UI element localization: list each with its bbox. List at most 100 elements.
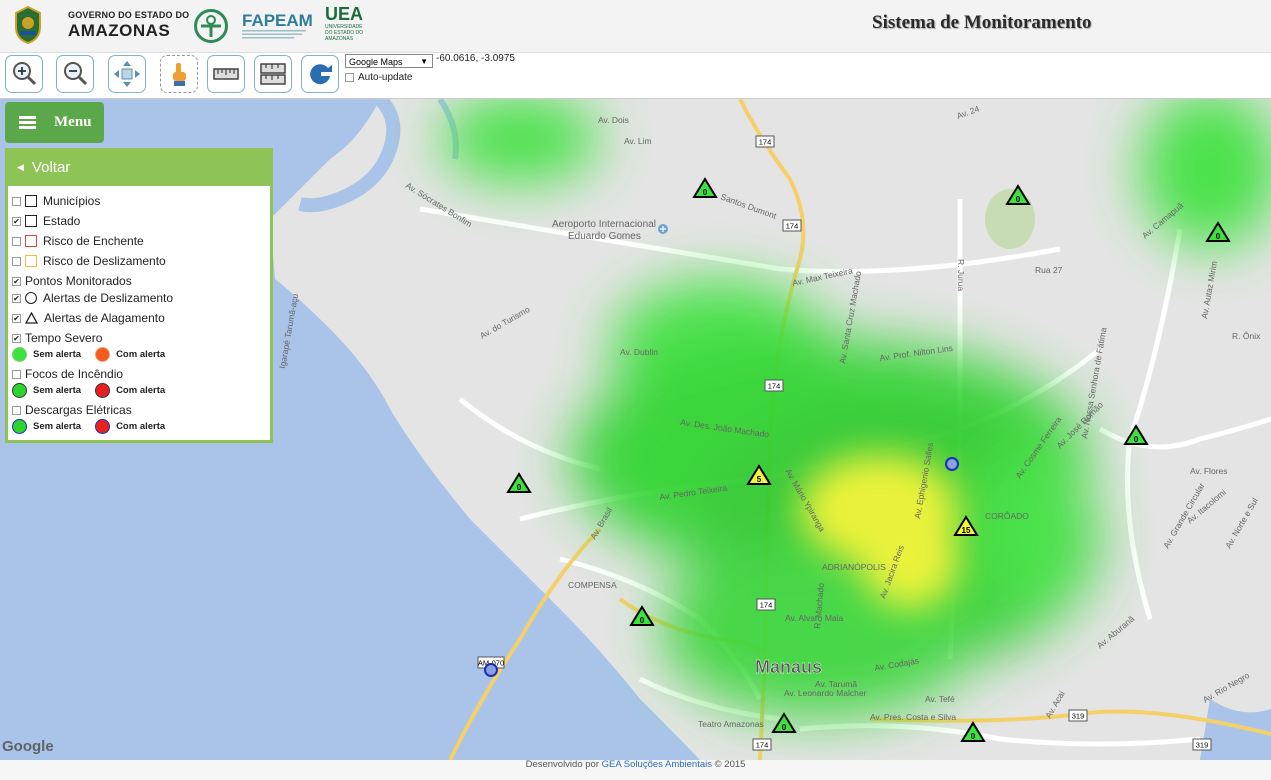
layer-checkbox[interactable]: ✔ <box>12 276 21 286</box>
zoom-out-icon <box>64 62 88 86</box>
layer-checkbox[interactable] <box>12 405 21 415</box>
orange-dot-icon <box>95 347 111 362</box>
full-extent-button[interactable] <box>108 55 146 93</box>
layer-checkbox[interactable]: ✔ <box>12 216 21 226</box>
move-arrows-icon <box>114 61 140 87</box>
highway-shield: 174 <box>752 738 772 751</box>
legend-tempo-severo: Sem alerta Com alerta <box>12 347 179 362</box>
layer-item-alertas-alagamento[interactable]: ✔ Alertas de Alagamento <box>12 311 165 325</box>
svg-text:0: 0 <box>640 616 645 625</box>
highway-shield: 174 <box>782 219 802 232</box>
map-type-value: Google Maps <box>349 57 403 67</box>
square-outline-icon <box>25 215 37 227</box>
layer-checkbox[interactable] <box>12 196 21 206</box>
street-label: Av. Tarumã <box>815 679 857 689</box>
street-label: Av. Lim <box>624 136 652 146</box>
area-ruler-icon <box>260 63 286 85</box>
layer-label: Alertas de Deslizamento <box>43 291 174 305</box>
street-label: R. Ônix <box>1232 331 1261 341</box>
svg-text:15: 15 <box>962 526 971 535</box>
layer-checkbox[interactable] <box>12 256 21 266</box>
svg-text:174: 174 <box>756 741 769 750</box>
street-label: COMPENSA <box>568 580 617 590</box>
legend-label: Sem alerta <box>33 349 82 360</box>
layer-label: Municípios <box>43 194 101 208</box>
layer-item-risco-deslizamento[interactable]: Risco de Deslizamento <box>12 254 166 268</box>
refresh-icon <box>310 64 332 85</box>
legend-focos-incendio: Sem alerta Com alerta <box>12 383 179 398</box>
layer-item-estado[interactable]: ✔ Estado <box>12 214 80 228</box>
red-blue-dot-icon <box>95 419 111 434</box>
layer-label: Tempo Severo <box>25 331 103 345</box>
svg-text:5: 5 <box>757 475 762 484</box>
green-dot-icon <box>12 383 27 398</box>
legend-label: Sem alerta <box>33 385 82 396</box>
refresh-button[interactable] <box>301 55 339 93</box>
svg-text:174: 174 <box>760 601 773 610</box>
uea-logo-text: UEA <box>325 4 364 24</box>
svg-text:0: 0 <box>703 188 708 197</box>
menu-button[interactable]: Menu <box>5 102 104 143</box>
highway-shield: 174 <box>756 598 776 611</box>
layer-checkbox[interactable]: ✔ <box>12 313 21 323</box>
street-label: ADRIANÓPOLIS <box>822 562 886 572</box>
footer: Desenvolvido por GEA Soluções Ambientais… <box>0 760 1271 780</box>
street-label: Eduardo Gomes <box>568 231 641 242</box>
legend-label: Sem alerta <box>33 421 82 432</box>
zoom-out-button[interactable] <box>56 55 94 93</box>
zoom-in-icon <box>13 62 37 86</box>
airport-icon <box>658 224 668 234</box>
footer-prefix: Desenvolvido por <box>525 759 599 770</box>
layer-label: Focos de Incêndio <box>25 367 124 381</box>
green-blue-dot-icon <box>12 419 27 434</box>
layer-item-tempo-severo[interactable]: ✔ Tempo Severo <box>12 331 102 345</box>
hand-pointer-icon <box>173 63 186 86</box>
svg-text:174: 174 <box>759 138 772 147</box>
svg-text:0: 0 <box>1216 232 1221 241</box>
gov-small-text: GOVERNO DO ESTADO DO <box>68 10 190 20</box>
landslide-alert-marker[interactable] <box>484 663 498 677</box>
layer-label: Risco de Enchente <box>43 234 144 248</box>
fapeam-logo-icon <box>194 9 228 43</box>
street-label: Av. Leonardo Malcher <box>784 688 867 698</box>
zoom-in-button[interactable] <box>5 55 43 93</box>
layer-item-descargas-eletricas[interactable]: Descargas Elétricas <box>12 403 132 417</box>
circle-outline-icon <box>25 292 37 304</box>
auto-update-checkbox[interactable] <box>345 73 354 82</box>
footer-year: © 2015 <box>714 759 746 770</box>
page-title: Sistema de Monitoramento <box>872 12 1092 33</box>
green-dot-icon <box>12 347 27 362</box>
auto-update-label: Auto-update <box>358 72 413 83</box>
gov-big-text: AMAZONAS <box>68 21 171 40</box>
layer-item-risco-enchente[interactable]: Risco de Enchente <box>12 234 144 248</box>
layer-item-focos-incendio[interactable]: Focos de Incêndio <box>12 367 123 381</box>
layer-label: Alertas de Alagamento <box>44 311 165 325</box>
chevron-left-icon: ◀ <box>17 161 24 172</box>
city-label: Manaus <box>755 657 822 677</box>
layer-checkbox[interactable] <box>12 236 21 246</box>
layer-checkbox[interactable]: ✔ <box>12 333 21 343</box>
back-button[interactable]: ◀ Voltar <box>5 148 273 186</box>
layer-label: Pontos Monitorados <box>25 274 132 288</box>
auto-update-option[interactable]: Auto-update <box>345 72 413 83</box>
measure-area-button[interactable] <box>254 55 292 93</box>
svg-text:174: 174 <box>786 222 799 231</box>
measure-distance-button[interactable] <box>207 55 245 93</box>
svg-text:0: 0 <box>1134 435 1139 444</box>
layer-checkbox[interactable] <box>12 369 21 379</box>
pan-button[interactable] <box>160 55 198 93</box>
gov-logo-text: GOVERNO DO ESTADO DO AMAZONAS <box>68 10 189 41</box>
footer-company-link[interactable]: GEA Soluções Ambientais <box>602 759 712 770</box>
svg-text:0: 0 <box>517 483 522 492</box>
map-type-select[interactable]: Google Maps ▼ <box>345 54 433 68</box>
red-dot-icon <box>95 383 111 398</box>
legend-label: Com alerta <box>116 421 166 432</box>
landslide-alert-marker[interactable] <box>945 457 959 471</box>
layer-item-pontos-monitorados[interactable]: ✔ Pontos Monitorados <box>12 274 132 288</box>
svg-text:0: 0 <box>971 732 976 741</box>
red-square-icon <box>25 235 37 247</box>
layer-checkbox[interactable]: ✔ <box>12 293 21 303</box>
layer-item-municipios[interactable]: Municípios <box>12 194 100 208</box>
legend-label: Com alerta <box>116 349 166 360</box>
layer-item-alertas-deslizamento[interactable]: ✔ Alertas de Deslizamento <box>12 291 173 305</box>
